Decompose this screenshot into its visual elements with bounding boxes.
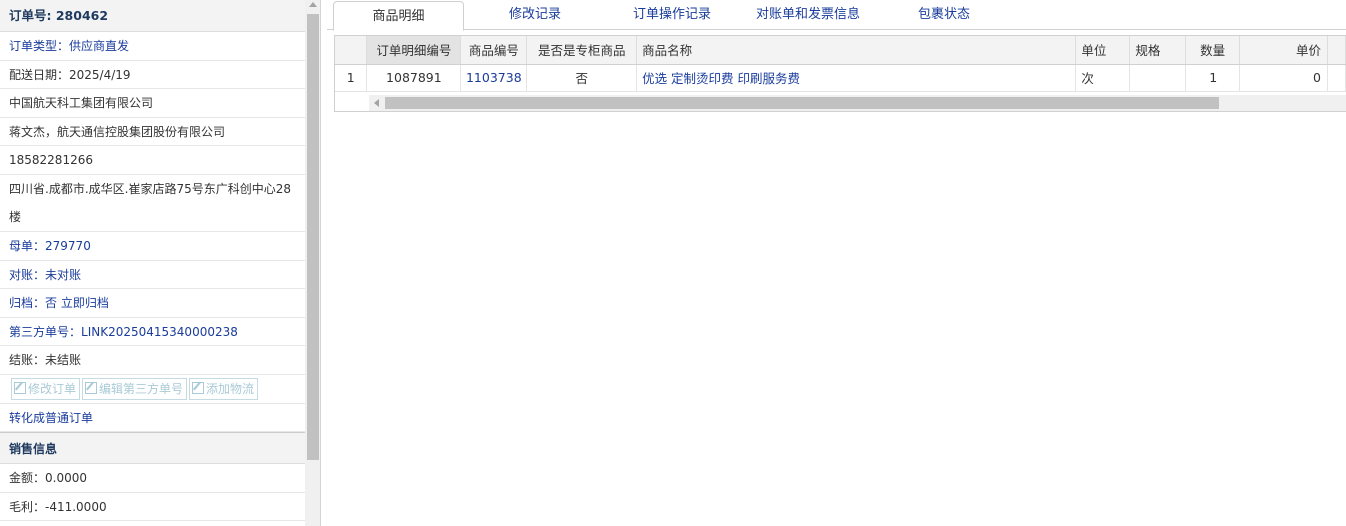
reconcile-value: 未对账	[45, 267, 82, 282]
delivery-address: 四川省.成都市.成华区.崔家店路75号东广科创中心28楼	[0, 175, 305, 232]
order-action-buttons: 修改订单 编辑第三方单号 添加物流	[0, 375, 305, 404]
order-number-header: 订单号: 280462	[0, 0, 305, 32]
col-header-qty[interactable]: 数量	[1185, 36, 1241, 65]
grid-horizontal-scrollbar[interactable]	[369, 95, 1346, 111]
table-header-row: 订单明细编号 商品编号 是否是专柜商品 商品名称 单位 规格 数量 单价	[335, 36, 1346, 65]
sales-amount: 金额：0.0000	[0, 464, 305, 493]
convert-order-row: 转化成普通订单	[0, 404, 305, 433]
archive-label: 归档：	[9, 296, 46, 311]
order-info-list: 订单号: 280462 订单类型：供应商直发 配送日期：2025/4/19 中国…	[0, 0, 305, 522]
edit-icon	[14, 381, 26, 394]
col-header-product-name[interactable]: 商品名称	[636, 36, 1077, 65]
scroll-up-arrow-icon[interactable]	[309, 2, 317, 7]
parent-order-link[interactable]: 279770	[45, 239, 91, 253]
edit-order-label: 修改订单	[28, 381, 77, 396]
third-party-order: 第三方单号：LINK20250415340000238	[0, 318, 305, 347]
col-header-price[interactable]: 单价	[1239, 36, 1328, 65]
settle-value: 未结账	[45, 353, 82, 368]
cell-unit: 次	[1075, 64, 1131, 92]
reconcile-status: 对账：未对账	[0, 261, 305, 290]
product-table: 订单明细编号 商品编号 是否是专柜商品 商品名称 单位 规格 数量 单价 1 1…	[335, 36, 1346, 92]
sales-info-header: 销售信息	[0, 432, 305, 465]
tab-bar: 商品明细 修改记录 订单操作记录 对账单和发票信息 包裹状态	[327, 0, 1346, 31]
cell-spec	[1129, 64, 1187, 92]
cell-price: 0	[1239, 64, 1328, 92]
archive-status: 归档：否 立即归档	[0, 289, 305, 318]
edit-third-party-label: 编辑第三方单号	[99, 381, 184, 396]
settle-label: 结账：	[9, 353, 46, 368]
cell-product-name-link[interactable]: 优选 定制烫印费 印刷服务费	[636, 64, 1077, 92]
rownum-header	[335, 36, 368, 65]
add-logistics-label: 添加物流	[206, 381, 255, 396]
convert-normal-order-link[interactable]: 转化成普通订单	[9, 411, 93, 425]
customer-contact: 蒋文杰，航天通信控股集团股份有限公司	[0, 118, 305, 147]
delivery-date: 配送日期：2025/4/19	[0, 61, 305, 90]
order-type-text: 订单类型：供应商直发	[9, 39, 130, 53]
tab-operation-log[interactable]: 订单操作记录	[617, 0, 727, 30]
third-party-value: LINK20250415340000238	[81, 324, 238, 339]
scroll-thumb[interactable]	[307, 14, 319, 460]
col-header-extra	[1327, 36, 1346, 65]
cell-product-id-link[interactable]: 1103738	[460, 64, 528, 92]
left-vertical-scrollbar[interactable]	[305, 0, 320, 526]
col-header-is-counter[interactable]: 是否是专柜商品	[526, 36, 638, 65]
edit-icon	[85, 381, 98, 394]
tab-package-status[interactable]: 包裹状态	[905, 0, 983, 30]
tab-statement-invoice[interactable]: 对账单和发票信息	[745, 0, 871, 30]
reconcile-label: 对账：	[9, 267, 46, 282]
sales-profit: 毛利：-411.0000	[0, 493, 305, 522]
tab-modification-log[interactable]: 修改记录	[487, 0, 583, 30]
cell-detail-id: 1087891	[366, 64, 462, 92]
col-header-spec[interactable]: 规格	[1129, 36, 1187, 65]
settle-status: 结账：未结账	[0, 346, 305, 375]
cell-qty: 1	[1185, 64, 1241, 92]
edit-order-button[interactable]: 修改订单	[11, 377, 81, 400]
add-logistics-button[interactable]: 添加物流	[189, 377, 259, 400]
order-type: 订单类型：供应商直发	[0, 32, 305, 61]
edit-icon	[192, 381, 205, 394]
cell-extra	[1327, 64, 1346, 92]
col-header-unit[interactable]: 单位	[1075, 36, 1131, 65]
col-header-product-id[interactable]: 商品编号	[460, 36, 528, 65]
table-row[interactable]: 1 1087891 1103738 否 优选 定制烫印费 印刷服务费 次 1 0	[335, 64, 1346, 92]
tab-product-details[interactable]: 商品明细	[333, 1, 464, 31]
parent-order-label: 母单：	[9, 238, 46, 253]
detail-panel: 商品明细 修改记录 订单操作记录 对账单和发票信息 包裹状态 订单明细编号 商品…	[327, 0, 1346, 526]
product-detail-grid: 订单明细编号 商品编号 是否是专柜商品 商品名称 单位 规格 数量 单价 1 1…	[334, 35, 1346, 112]
horizontal-scroll-thumb[interactable]	[385, 97, 1219, 109]
parent-order: 母单：279770	[0, 232, 305, 261]
third-party-label: 第三方单号：	[9, 324, 82, 339]
cell-is-counter: 否	[526, 64, 638, 92]
scroll-left-arrow-icon[interactable]	[374, 99, 379, 107]
edit-third-party-button[interactable]: 编辑第三方单号	[82, 377, 188, 400]
archive-link[interactable]: 否 立即归档	[45, 296, 109, 310]
row-number: 1	[335, 64, 368, 92]
order-info-panel: 订单号: 280462 订单类型：供应商直发 配送日期：2025/4/19 中国…	[0, 0, 321, 526]
customer-company: 中国航天科工集团有限公司	[0, 89, 305, 118]
col-header-detail-id[interactable]: 订单明细编号	[366, 36, 462, 65]
customer-phone: 18582281266	[0, 146, 305, 175]
